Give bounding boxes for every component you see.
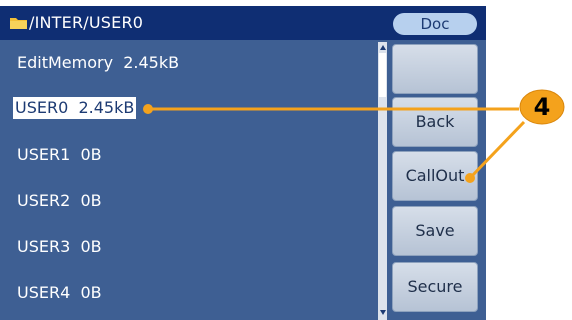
callout-number: 4 <box>533 93 551 121</box>
callout-dot-file <box>143 104 153 114</box>
callout-line-to-softkey <box>468 120 526 180</box>
callout-overlay <box>143 89 565 183</box>
callout-dot-softkey <box>465 173 475 183</box>
